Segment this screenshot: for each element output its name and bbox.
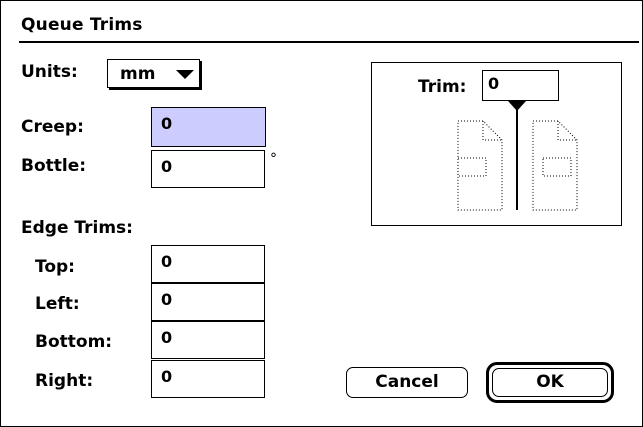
trim-preview-panel: Trim: 0 (371, 62, 622, 226)
edge-bottom-value: 0 (161, 328, 173, 347)
edge-top-field[interactable]: 0 (151, 245, 265, 283)
creep-value: 0 (161, 114, 173, 133)
cancel-button[interactable]: Cancel (346, 367, 468, 398)
degree-symbol: ° (270, 151, 277, 167)
edge-trims-heading: Edge Trims: (21, 218, 133, 238)
edge-bottom-field[interactable]: 0 (151, 321, 265, 359)
bottle-label: Bottle: (21, 156, 87, 176)
bottle-field[interactable]: 0 (151, 150, 265, 188)
bottle-value: 0 (161, 157, 173, 176)
creep-label: Creep: (21, 117, 84, 137)
edge-bottom-label: Bottom: (35, 332, 113, 352)
edge-left-label: Left: (35, 294, 80, 314)
edge-right-label: Right: (35, 371, 94, 391)
ok-button-default-ring: OK (486, 362, 614, 403)
spine-line (516, 107, 518, 210)
queue-trims-dialog: Queue Trims Units: mm Creep: 0 Bottle: 0… (0, 0, 643, 427)
edge-top-label: Top: (35, 257, 75, 277)
units-popup[interactable]: mm (107, 59, 200, 88)
left-page-icon (457, 120, 503, 211)
units-selected-value: mm (120, 64, 156, 84)
edge-top-value: 0 (161, 252, 173, 271)
title-divider (19, 41, 639, 43)
ok-button[interactable]: OK (492, 368, 608, 397)
dialog-title: Queue Trims (21, 15, 143, 35)
edge-right-field[interactable]: 0 (151, 360, 265, 398)
right-page-icon (532, 120, 578, 211)
edge-left-value: 0 (161, 290, 173, 309)
units-label: Units: (21, 62, 78, 82)
edge-left-field[interactable]: 0 (151, 283, 265, 321)
chevron-down-icon (176, 70, 194, 79)
page-spread-icon (457, 101, 578, 211)
edge-right-value: 0 (161, 367, 173, 386)
creep-field[interactable]: 0 (151, 107, 266, 147)
